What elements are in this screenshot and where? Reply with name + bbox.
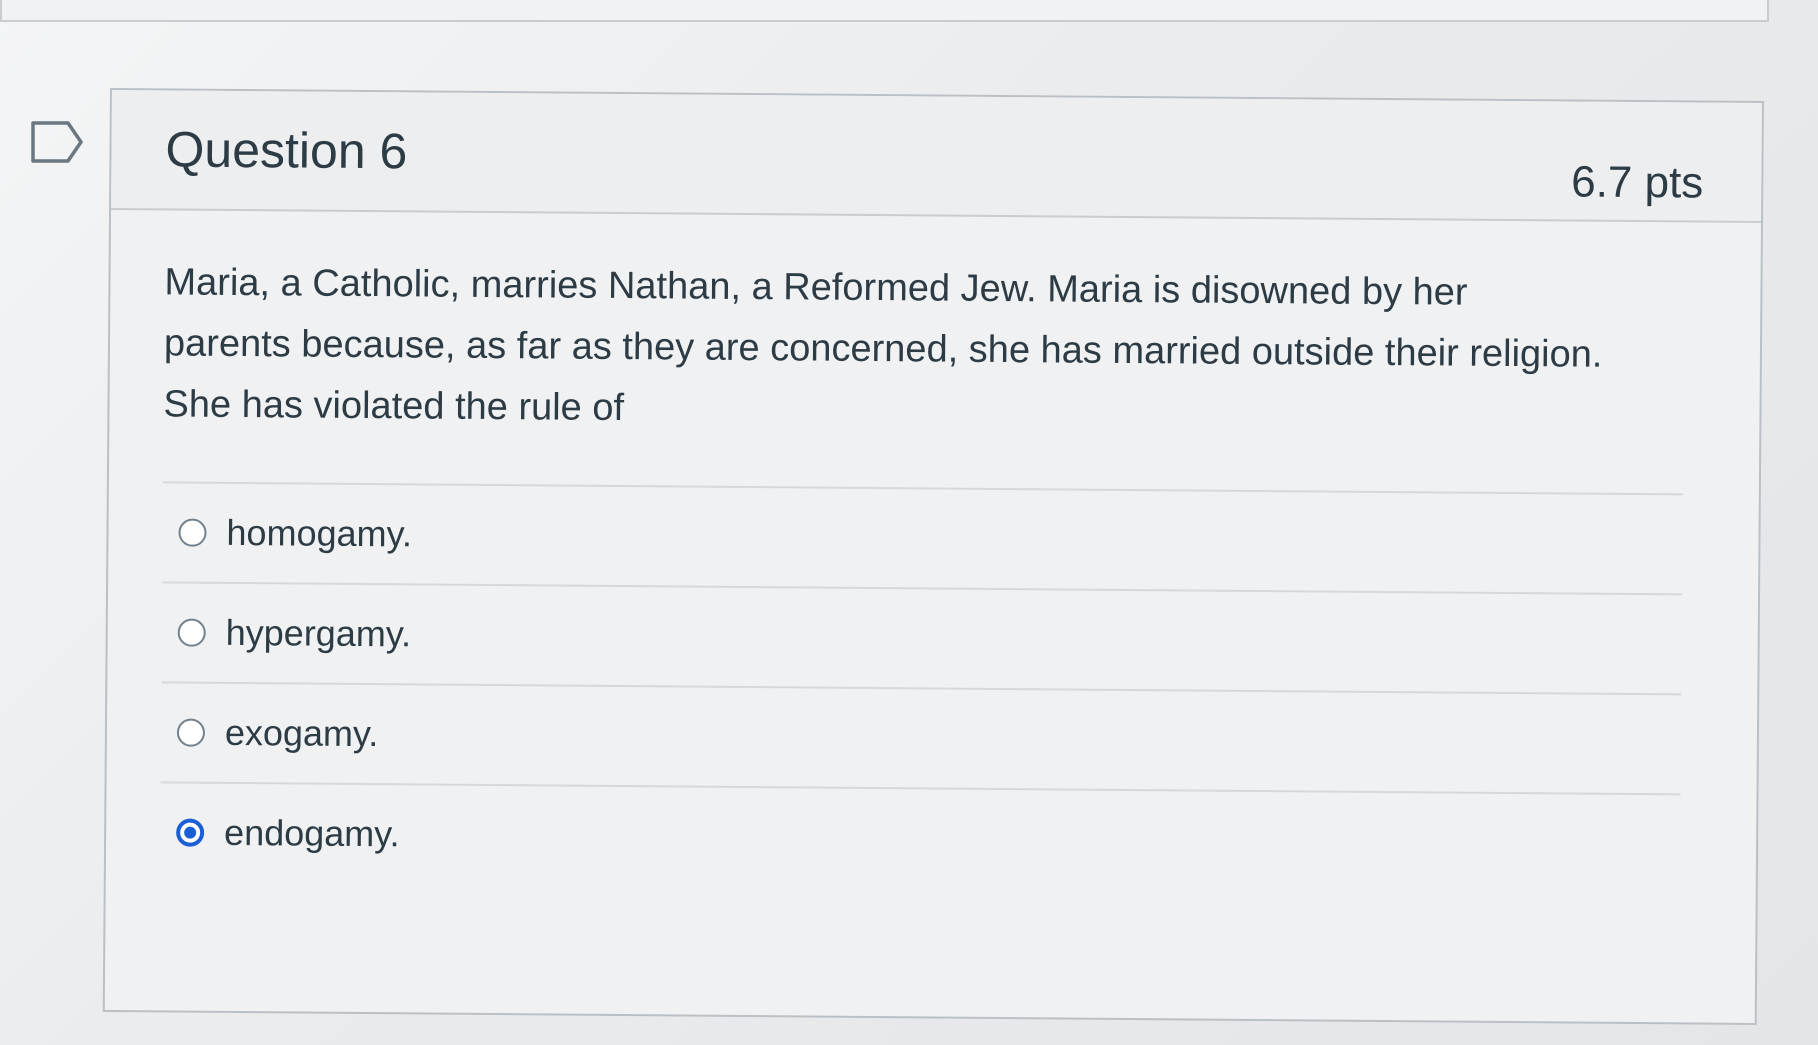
answer-option[interactable]: homogamy. (162, 481, 1683, 594)
radio-button-selected[interactable] (176, 818, 205, 847)
answer-list: homogamy. hypergamy. exogamy. endogamy. (159, 481, 1683, 894)
question-header: Question 6 6.7 pts (111, 90, 1762, 223)
question-text: Maria, a Catholic, marries Nathan, a Ref… (163, 261, 1603, 430)
answer-label[interactable]: homogamy. (226, 512, 412, 555)
radio-button[interactable] (178, 518, 207, 547)
answer-label[interactable]: hypergamy. (226, 612, 412, 655)
bookmark-flag-icon[interactable] (30, 120, 84, 164)
answer-option[interactable]: endogamy. (159, 781, 1681, 894)
question-body: Maria, a Catholic, marries Nathan, a Ref… (106, 210, 1761, 894)
question-title: Question 6 (165, 121, 408, 180)
previous-question-card (0, 0, 1769, 22)
answer-option[interactable]: hypergamy. (161, 581, 1683, 694)
question-points: 6.7 pts (1571, 157, 1704, 208)
question-card: Question 6 6.7 pts Maria, a Catholic, ma… (102, 88, 1764, 1025)
answer-label[interactable]: exogamy. (225, 712, 379, 755)
answer-label[interactable]: endogamy. (224, 812, 400, 855)
radio-button[interactable] (177, 618, 206, 647)
radio-button[interactable] (176, 718, 206, 747)
answer-option[interactable]: exogamy. (160, 681, 1682, 794)
